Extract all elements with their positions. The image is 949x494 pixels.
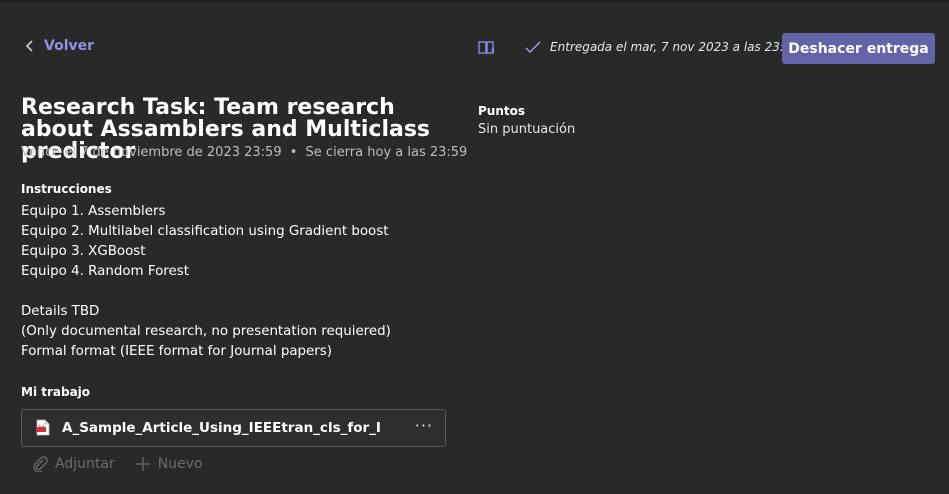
chevron-left-icon bbox=[25, 40, 33, 52]
instructions-heading: Instrucciones bbox=[21, 182, 112, 196]
back-button[interactable]: Volver bbox=[24, 38, 94, 54]
due-info: Vence el 7 de noviembre de 2023 23:59 • … bbox=[21, 145, 467, 160]
paperclip-icon bbox=[33, 456, 48, 472]
separator-dot: • bbox=[289, 145, 298, 160]
instruction-line: Equipo 1. Assemblers bbox=[21, 204, 166, 219]
plus-icon bbox=[135, 457, 150, 471]
pdf-file-icon bbox=[36, 419, 50, 436]
checkmark-icon bbox=[525, 41, 541, 54]
instruction-line bbox=[21, 282, 391, 302]
points-value: Sin puntuación bbox=[478, 122, 576, 137]
instructions-body: Equipo 1. Assemblers Equipo 2. Multilabe… bbox=[21, 202, 391, 362]
new-button[interactable]: Nuevo bbox=[135, 456, 203, 472]
instruction-line: Equipo 4. Random Forest bbox=[21, 264, 189, 279]
work-actions: Adjuntar Nuevo bbox=[32, 456, 203, 472]
attach-label: Adjuntar bbox=[55, 456, 115, 472]
my-work-heading: Mi trabajo bbox=[21, 385, 91, 399]
submission-status: Entregada el mar, 7 nov 2023 a las 23:55 bbox=[524, 40, 799, 54]
file-name: A_Sample_Article_Using_IEEEtran_cls_for_… bbox=[62, 420, 382, 436]
back-label: Volver bbox=[44, 38, 95, 54]
instruction-line: Equipo 2. Multilabel classification usin… bbox=[21, 224, 389, 239]
points-heading: Puntos bbox=[478, 104, 526, 118]
instruction-line: Equipo 3. XGBoost bbox=[21, 244, 146, 259]
new-label: Nuevo bbox=[157, 456, 203, 472]
attach-button[interactable]: Adjuntar bbox=[32, 456, 115, 472]
instruction-line: Details TBD bbox=[21, 304, 100, 319]
instruction-line: Formal format (IEEE format for Journal p… bbox=[21, 344, 332, 359]
instruction-line: (Only documental research, no presentati… bbox=[21, 324, 391, 339]
top-border bbox=[0, 0, 949, 2]
status-text: Entregada el mar, 7 nov 2023 a las 23:55 bbox=[550, 40, 800, 54]
due-date: Vence el 7 de noviembre de 2023 23:59 bbox=[21, 145, 282, 160]
close-date: Se cierra hoy a las 23:59 bbox=[305, 145, 468, 160]
immersive-reader-icon[interactable] bbox=[478, 40, 496, 56]
undo-submission-button[interactable]: Deshacer entrega bbox=[782, 33, 935, 64]
attached-file-card[interactable]: A_Sample_Article_Using_IEEEtran_cls_for_… bbox=[21, 409, 446, 447]
more-icon[interactable]: ··· bbox=[415, 416, 433, 435]
